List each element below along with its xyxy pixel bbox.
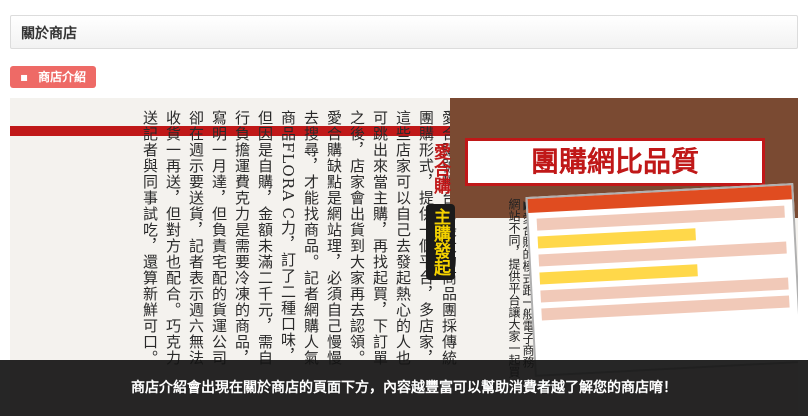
about-store-header: 關於商店 bbox=[10, 15, 798, 49]
brand-stamp-sub: 主購發起 bbox=[426, 203, 455, 280]
page-title: 關於商店 bbox=[21, 26, 77, 42]
brand-stamp: 愛合購 主購發起 bbox=[405, 143, 455, 293]
website-screenshot bbox=[525, 183, 798, 377]
screenshot-row bbox=[539, 264, 699, 285]
info-caption: 商店介紹會出現在關於商店的頁面下方，內容越豐富可以幫助消費者越了解您的商店唷！ bbox=[0, 360, 808, 416]
brand-stamp-name: 愛合購 bbox=[430, 143, 450, 194]
store-intro-tag: ▪ 商店介紹 bbox=[10, 66, 97, 88]
magazine-body-text: 愛合購號稱台灣最大的商品團採傳統團購形式，提供一個平台，多店家，這些店家可以自己… bbox=[141, 110, 458, 366]
store-intro-label: 商店介紹 bbox=[38, 70, 87, 84]
magazine-headline: 團購網比品質 bbox=[465, 138, 765, 186]
bullet-icon: ▪ bbox=[20, 70, 29, 84]
screenshot-row bbox=[537, 228, 697, 249]
